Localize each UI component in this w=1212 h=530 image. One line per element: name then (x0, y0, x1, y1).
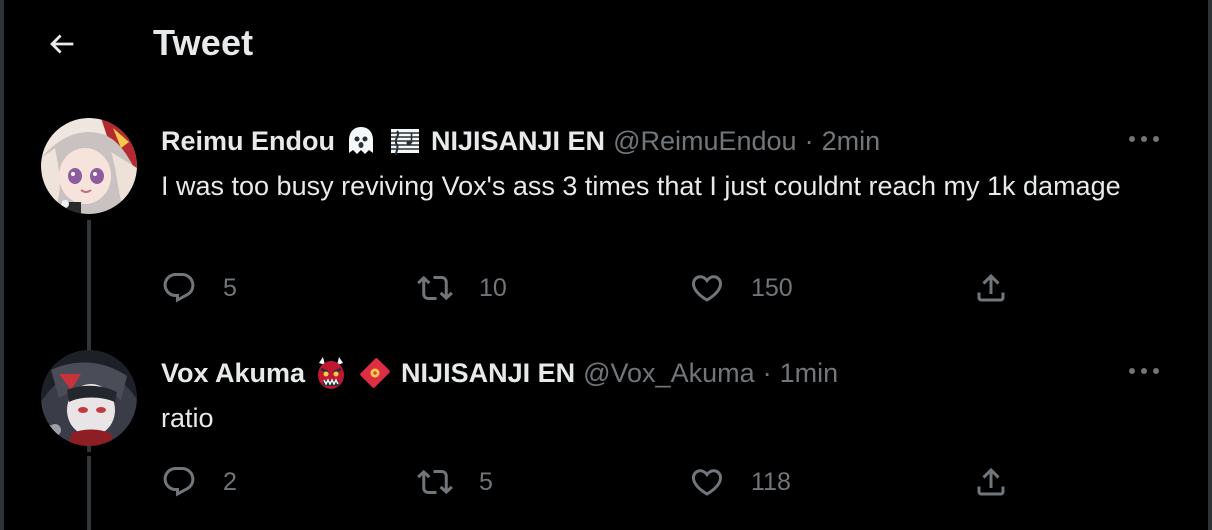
app-frame: Tweet Reimu Endou NIJISANJI EN @ReimuEnd… (0, 0, 1212, 530)
share-button[interactable] (973, 462, 1009, 502)
share-icon (973, 464, 1009, 500)
more-options-button[interactable] (1126, 124, 1162, 154)
tweet-header: Vox Akuma NIJISANJI EN @Vox_Akuma · 1min (161, 355, 838, 391)
heart-icon (689, 270, 725, 306)
timestamp[interactable]: 2min (822, 126, 881, 157)
retweet-count: 5 (479, 467, 493, 496)
handle[interactable]: @Vox_Akuma (583, 358, 755, 389)
heart-icon (689, 464, 725, 500)
avatar-image (41, 118, 137, 214)
reply-button[interactable]: 5 (161, 268, 237, 308)
arrow-left-icon (50, 34, 74, 54)
more-icon (1129, 136, 1159, 142)
separator: · (804, 125, 814, 156)
affiliation: NIJISANJI EN (401, 357, 576, 388)
like-count: 150 (751, 273, 793, 302)
tweet[interactable]: Vox Akuma NIJISANJI EN @Vox_Akuma · 1min (4, 350, 1208, 530)
reply-icon (161, 464, 197, 500)
header: Tweet (4, 0, 1208, 86)
tweet-actions: 5 10 150 (161, 268, 1061, 308)
tweet-actions: 2 5 118 (161, 462, 1061, 502)
red-envelope-emoji-icon (360, 358, 390, 388)
retweet-button[interactable]: 5 (417, 462, 493, 502)
reply-icon (161, 270, 197, 306)
tweet-text: I was too busy reviving Vox's ass 3 time… (161, 171, 1121, 201)
avatar[interactable] (41, 118, 137, 214)
avatar-image (41, 350, 137, 446)
display-name[interactable]: Reimu Endou (161, 126, 335, 157)
retweet-icon (417, 270, 453, 306)
timestamp[interactable]: 1min (780, 358, 839, 389)
retweet-icon (417, 464, 453, 500)
back-button[interactable] (42, 24, 82, 64)
page-title: Tweet (153, 22, 254, 63)
avatar[interactable] (41, 350, 137, 446)
share-button[interactable] (973, 268, 1009, 308)
reply-count: 2 (223, 467, 237, 496)
separator: · (762, 357, 772, 388)
affiliation: NIJISANJI EN (431, 125, 606, 156)
retweet-button[interactable]: 10 (417, 268, 507, 308)
more-icon (1129, 368, 1159, 374)
like-button[interactable]: 150 (689, 268, 793, 308)
tweet[interactable]: Reimu Endou NIJISANJI EN @ReimuEndou · 2… (4, 118, 1208, 452)
more-options-button[interactable] (1126, 356, 1162, 386)
retweet-count: 10 (479, 273, 507, 302)
reply-button[interactable]: 2 (161, 462, 237, 502)
display-name[interactable]: Vox Akuma (161, 358, 305, 389)
music-score-emoji-icon (391, 129, 419, 156)
tweet-text: ratio (161, 403, 214, 433)
thread-line (87, 456, 91, 530)
tweet-header: Reimu Endou NIJISANJI EN @ReimuEndou · 2… (161, 123, 880, 159)
reply-count: 5 (223, 273, 237, 302)
ogre-emoji-icon (318, 357, 345, 389)
handle[interactable]: @ReimuEndou (613, 126, 797, 157)
ghost-emoji-icon (349, 127, 373, 154)
share-icon (973, 270, 1009, 306)
like-button[interactable]: 118 (689, 462, 791, 502)
like-count: 118 (751, 467, 791, 496)
